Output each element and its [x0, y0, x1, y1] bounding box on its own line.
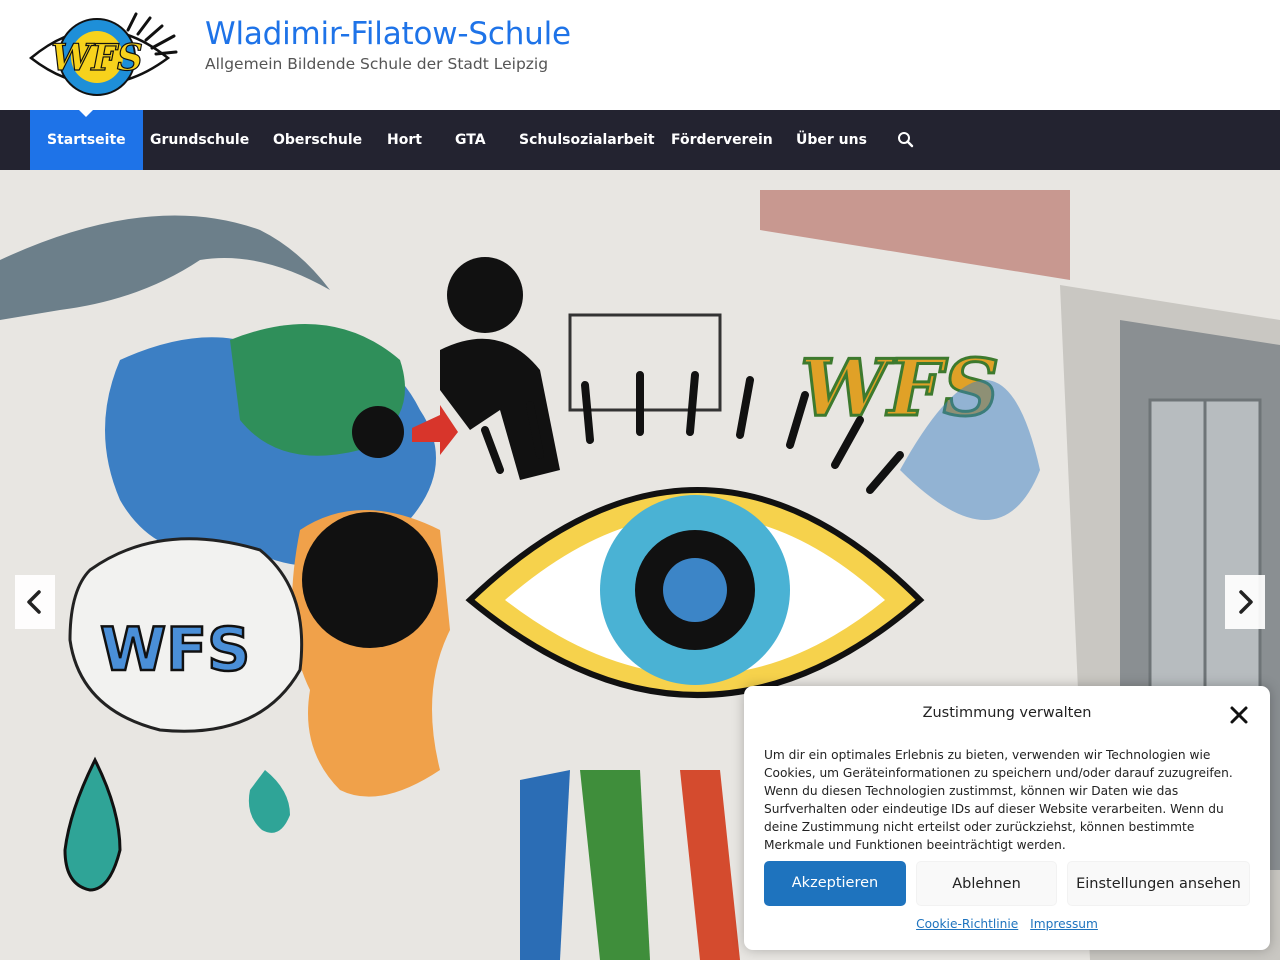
cookie-dialog-text: Um dir ein optimales Erlebnis zu bieten,…: [764, 748, 1233, 852]
imprint-link[interactable]: Impressum: [1030, 917, 1098, 931]
chevron-right-icon: [1239, 590, 1253, 614]
slider-next-button[interactable]: [1225, 575, 1265, 629]
nav-item-schulsozialarbeit[interactable]: Schulsozialarbeit: [502, 110, 672, 170]
cookie-close-button[interactable]: [1227, 703, 1251, 727]
main-navigation: Startseite Grundschule Oberschule Hort G…: [0, 110, 1280, 170]
nav-item-grundschule[interactable]: Grundschule: [133, 110, 266, 170]
cookie-links: Cookie-Richtlinie Impressum: [744, 917, 1270, 931]
nav-item-startseite[interactable]: Startseite: [30, 110, 143, 170]
chevron-left-icon: [27, 590, 41, 614]
site-header: WFS Wladimir-Filatow-Schule Allgemein Bi…: [0, 0, 1280, 110]
school-logo[interactable]: WFS: [28, 12, 178, 98]
site-description: Allgemein Bildende Schule der Stadt Leip…: [205, 55, 549, 73]
nav-item-ueber-uns[interactable]: Über uns: [779, 110, 884, 170]
nav-item-gta[interactable]: GTA: [438, 110, 503, 170]
slider-prev-button[interactable]: [15, 575, 55, 629]
cookie-dialog-title: Zustimmung verwalten: [922, 705, 1092, 721]
nav-item-hort[interactable]: Hort: [370, 110, 439, 170]
svg-text:WFS: WFS: [51, 37, 143, 79]
cookie-policy-link[interactable]: Cookie-Richtlinie: [916, 917, 1018, 931]
view-settings-button[interactable]: Einstellungen ansehen: [1067, 861, 1250, 906]
search-button[interactable]: [893, 122, 919, 158]
search-icon: [898, 132, 914, 148]
svg-text:WFS: WFS: [100, 615, 250, 685]
nav-item-oberschule[interactable]: Oberschule: [256, 110, 379, 170]
deny-button[interactable]: Ablehnen: [916, 861, 1057, 906]
cookie-consent-dialog: Zustimmung verwalten Um dir ein optimale…: [744, 686, 1270, 950]
site-title[interactable]: Wladimir-Filatow-Schule: [205, 16, 571, 52]
nav-item-foerderverein[interactable]: Förderverein: [654, 110, 790, 170]
close-icon: [1230, 706, 1248, 724]
accept-button[interactable]: Akzeptieren: [764, 861, 906, 906]
